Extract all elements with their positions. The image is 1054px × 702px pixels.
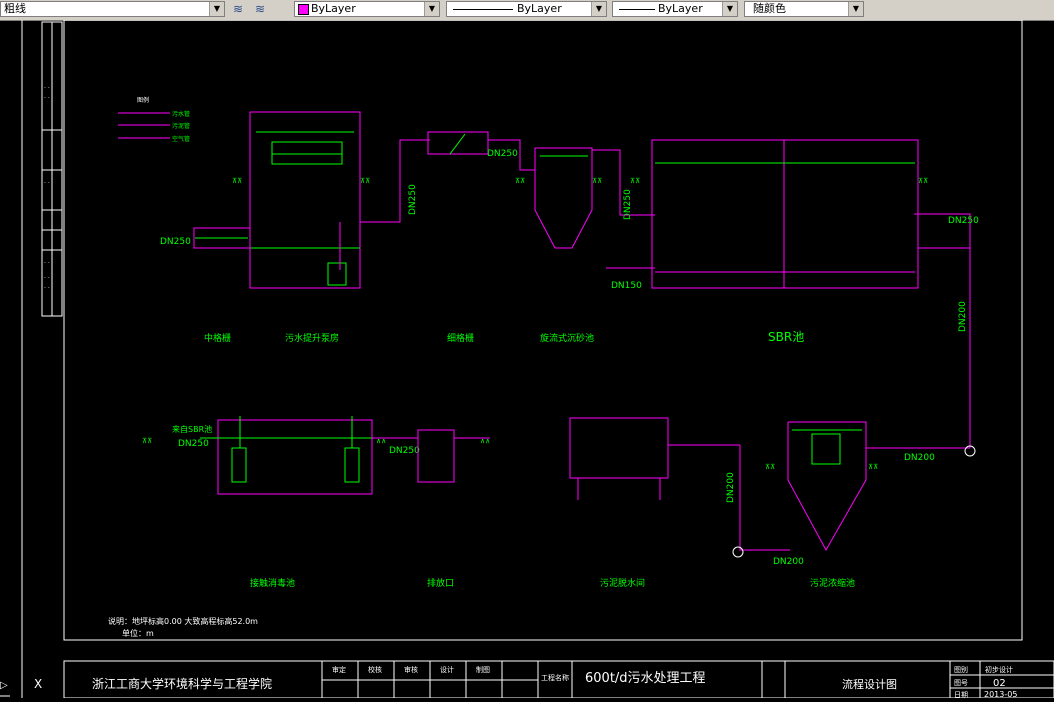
svg-text:· ·: · ·	[44, 275, 50, 282]
svg-text:· ·: · ·	[44, 260, 50, 267]
svg-text:⊼⊼: ⊼⊼	[868, 463, 878, 471]
sludge-pump-icon	[732, 546, 744, 558]
sheet-number: 02	[993, 678, 1006, 689]
pipe-label-dn200-left: DN200	[726, 472, 736, 503]
pipe-label-dn200-vertical: DN200	[958, 301, 968, 332]
pipe-label-dn250-inlet: DN250	[160, 237, 191, 247]
line-preview-icon	[453, 9, 513, 10]
role-1: 校核	[368, 665, 382, 674]
drawing-date: 2013-05	[984, 690, 1017, 698]
label-disinfect: 接触消毒池	[250, 577, 295, 589]
svg-text:· ·: · ·	[44, 285, 50, 292]
svg-text:⊼⊼: ⊼⊼	[592, 177, 602, 185]
svg-text:⊼⊼: ⊼⊼	[630, 177, 640, 185]
svg-text:⊼⊼: ⊼⊼	[232, 177, 242, 185]
drawing-canvas[interactable]: · · · · · · · · · · · · 图例 污水管 污泥管 空气管 ⊼⊼ ⊼⊼…	[0, 19, 1054, 699]
label-outlet: 排放口	[427, 577, 454, 589]
color-value: ByLayer	[311, 2, 356, 15]
svg-text:⊼⊼: ⊼⊼	[918, 177, 928, 185]
label-fine-screen: 细格栅	[447, 332, 474, 344]
drawing-border	[63, 19, 1023, 641]
linetype-value: 粗线	[4, 2, 26, 15]
project-name: 600t/d污水处理工程	[585, 671, 706, 686]
note-unit: 单位：m	[122, 628, 154, 638]
role-3: 设计	[440, 665, 454, 674]
layer-states-icon[interactable]: ≋	[229, 1, 247, 17]
plotstyle-dropdown[interactable]: 随颜色 ▼	[744, 1, 864, 17]
lineweight-preview-icon	[619, 9, 655, 10]
label-dewater: 污泥脱水间	[600, 577, 645, 589]
field-2: 日期	[954, 691, 968, 698]
cad-drawing-svg: · · · · · · · · · · · · 图例 污水管 污泥管 空气管 ⊼⊼ ⊼⊼…	[0, 19, 1054, 699]
pump-house	[193, 111, 361, 289]
color-swatch-icon	[298, 4, 309, 15]
project-label: 工程名称	[541, 673, 569, 682]
chevron-down-icon[interactable]: ▼	[591, 2, 606, 16]
pipe-label-dn250-disinfect-in: DN250	[178, 439, 209, 449]
label-zhongge: 中格栅	[204, 332, 231, 344]
svg-text:· ·: · ·	[44, 180, 50, 187]
layer-previous-icon[interactable]: ≋	[251, 1, 269, 17]
svg-text:⊼⊼: ⊼⊼	[765, 463, 775, 471]
pipe-label-dn250-a: DN250	[487, 149, 518, 159]
pipe-label-from-sbr: 来自SBR池	[172, 424, 212, 434]
linetype-dropdown[interactable]: 粗线 ▼	[0, 1, 225, 17]
upper-pipes	[339, 139, 971, 448]
linetype-bylayer-dropdown[interactable]: ByLayer ▼	[446, 1, 607, 17]
chevron-down-icon[interactable]: ▼	[209, 2, 224, 16]
role-0: 审定	[332, 665, 346, 674]
role-4: 制图	[476, 665, 490, 674]
legend-item-0: 污水管	[172, 110, 190, 118]
ucs-icon: ▷	[0, 680, 10, 697]
label-pump-house: 污水提升泵房	[285, 332, 339, 344]
lineweight-value: ByLayer	[658, 2, 703, 15]
legend-item-1: 污泥管	[172, 122, 190, 130]
svg-text:⊼⊼: ⊼⊼	[360, 177, 370, 185]
school-name: 浙江工商大学环境科学与工程学院	[92, 676, 272, 691]
pipe-label-dn200-bottom: DN200	[773, 557, 804, 567]
lineweight-dropdown[interactable]: ByLayer ▼	[612, 1, 738, 17]
sludge-dewatering	[569, 417, 790, 551]
linetype2-value: ByLayer	[517, 2, 562, 15]
close-viewport-icon: X	[34, 677, 42, 691]
svg-text:· ·: · ·	[44, 85, 50, 92]
field-0: 图别	[954, 665, 968, 674]
label-grit: 旋流式沉砂池	[540, 332, 594, 344]
outlet	[372, 429, 490, 483]
binding-strip-text: · · · · · · · · · · · ·	[44, 85, 50, 292]
grit-chamber	[534, 147, 593, 249]
label-thickener: 污泥浓缩池	[810, 577, 855, 589]
pipe-label-dn250-b: DN250	[408, 184, 418, 215]
field-1: 图号	[954, 679, 968, 687]
contact-disinfection-tank	[200, 416, 373, 495]
sludge-thickener	[787, 421, 970, 552]
drawing-name: 流程设计图	[842, 677, 897, 691]
chevron-down-icon[interactable]: ▼	[424, 2, 439, 16]
svg-text:▷: ▷	[0, 680, 8, 691]
svg-text:⊼⊼: ⊼⊼	[515, 177, 525, 185]
properties-toolbar: 粗线 ▼ ≋ ≋ ByLayer ▼ ByLayer ▼ ByLayer ▼ 随…	[0, 0, 1054, 21]
legend-item-2: 空气管	[172, 135, 190, 143]
sbr-tank	[651, 139, 919, 289]
design-stage: 初步设计	[985, 665, 1013, 674]
chevron-down-icon[interactable]: ▼	[848, 2, 863, 16]
water-level-marks: ⊼⊼ ⊼⊼ ⊼⊼ ⊼⊼ ⊼⊼ ⊼⊼ ⊼⊼ ⊼⊼ ⊼⊼⊼⊼ ⊼⊼	[142, 177, 928, 471]
color-dropdown[interactable]: ByLayer ▼	[294, 1, 440, 17]
svg-text:⊼⊼: ⊼⊼	[142, 437, 152, 445]
pipe-label-dn250-disinfect-out: DN250	[389, 446, 420, 456]
binding-strip-dividers	[42, 22, 62, 316]
svg-text:· ·: · ·	[44, 95, 50, 102]
pipe-label-dn250-sbr-out: DN250	[948, 216, 979, 226]
pipe-label-dn150: DN150	[611, 281, 642, 291]
note-elevation: 说明：地坪标高0.00 大致高程标高52.0m	[108, 616, 258, 626]
legend: 图例 污水管 污泥管 空气管	[118, 96, 190, 143]
plotstyle-value: 随颜色	[753, 2, 786, 15]
fine-screen-bar	[449, 133, 466, 155]
chevron-down-icon[interactable]: ▼	[722, 2, 737, 16]
role-2: 审核	[404, 665, 418, 674]
pipe-label-dn200-right: DN200	[904, 453, 935, 463]
label-sbr: SBR池	[768, 330, 804, 344]
pipe-label-dn250-c: DN250	[623, 189, 633, 220]
legend-title: 图例	[137, 96, 149, 104]
